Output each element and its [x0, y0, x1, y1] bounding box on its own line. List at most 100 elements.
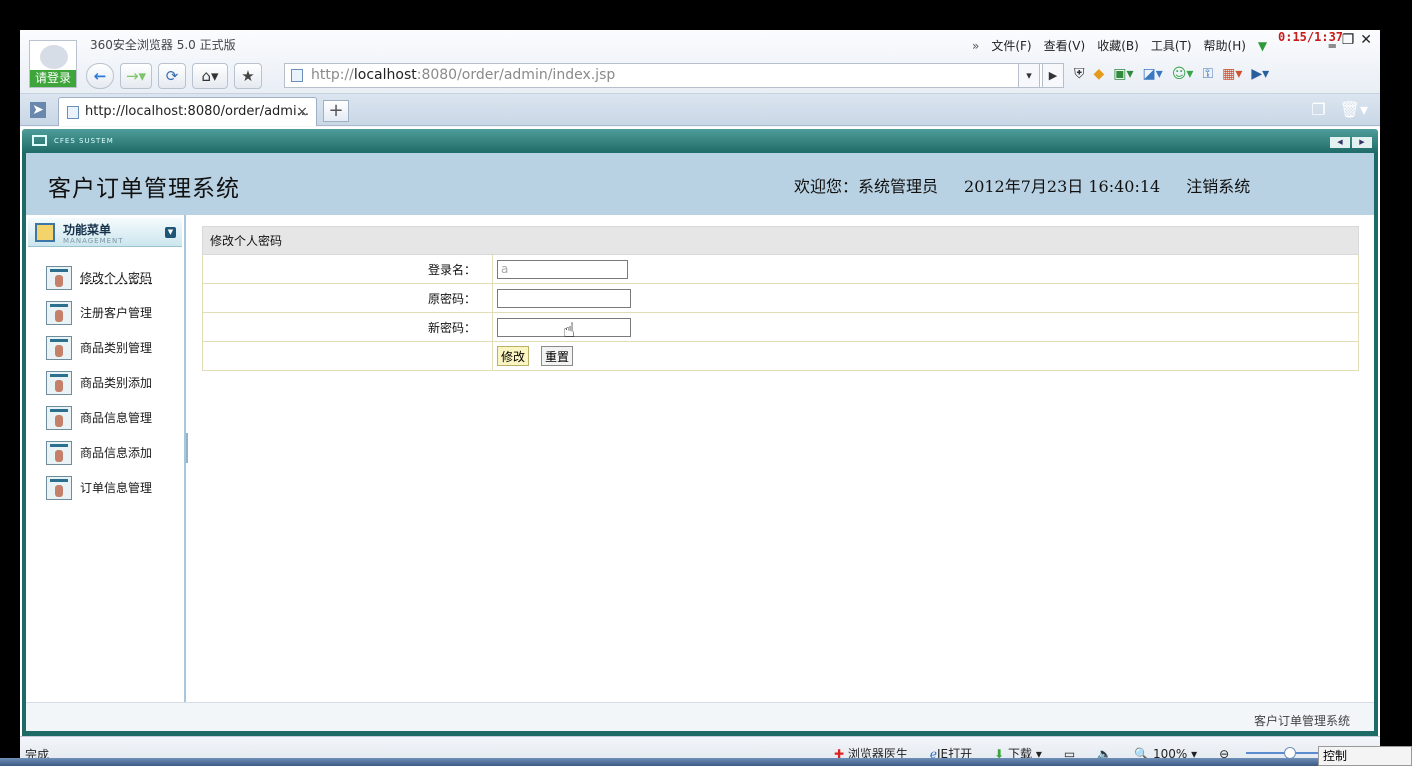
- sidebar-item-label: 注册客户管理: [80, 306, 153, 320]
- frame-arrows: ◀ ▶: [1330, 137, 1372, 148]
- restore-icon[interactable]: ❐: [1342, 32, 1355, 48]
- address-prefix: http://: [311, 67, 354, 83]
- browser-window: 请登录 360安全浏览器 5.0 正式版 » 文件(F) 查看(V) 收藏(B)…: [20, 30, 1380, 766]
- sidebar: 功能菜单 MANAGEMENT ▼ 修改个人密码 注册客户管理 商品类别管理 商…: [26, 215, 186, 702]
- extension-icons: ⛨ ◆ ▣▾ ◪▾ ☺▾ ⚿ ▦▾ ▶▾: [1074, 66, 1269, 82]
- logout-link[interactable]: 注销系统: [1186, 173, 1250, 197]
- go-icon[interactable]: ▶: [1042, 63, 1064, 88]
- sidebar-item-label: 商品信息添加: [80, 446, 153, 460]
- menu-title: 功能菜单: [63, 223, 112, 237]
- tab-close-icon[interactable]: ×: [296, 98, 308, 126]
- video-icon[interactable]: ▶▾: [1251, 66, 1269, 82]
- hand-cursor-icon: ☝: [563, 318, 576, 342]
- browser-toolbar: 请登录 360安全浏览器 5.0 正式版 » 文件(F) 查看(V) 收藏(B)…: [20, 30, 1380, 94]
- sidebar-item-category-manage[interactable]: 商品类别管理: [46, 330, 152, 365]
- arrow-right-icon: →▾: [125, 67, 147, 85]
- old-password-input[interactable]: [497, 288, 631, 308]
- system-frame: 客户订单管理系统 欢迎您：系统管理员 2012年7月23日 16:40:14 注…: [22, 153, 1378, 736]
- close-icon[interactable]: ✕: [1360, 32, 1372, 48]
- address-bar[interactable]: http://localhost:8080/order/admin/index.…: [284, 63, 1048, 88]
- page-icon: [291, 69, 303, 82]
- user-card-icon: [46, 370, 72, 395]
- sidebar-item-orders[interactable]: 订单信息管理: [46, 470, 152, 505]
- system-header: 客户订单管理系统 欢迎您：系统管理员 2012年7月23日 16:40:14 注…: [26, 153, 1374, 215]
- menu-bar: » 文件(F) 查看(V) 收藏(B) 工具(T) 帮助(H) ▼: [972, 37, 1267, 54]
- page-viewport: CFES SUSTEM ◀ ▶ 客户订单管理系统 欢迎您：系统管理员 2012年…: [20, 127, 1380, 736]
- os-taskbar: [0, 758, 1318, 766]
- menu-subtitle: MANAGEMENT: [63, 237, 124, 245]
- cube-icon[interactable]: ◆: [1094, 66, 1105, 82]
- sidebar-toggle-icon[interactable]: ➤: [30, 102, 46, 118]
- new-tab-button[interactable]: +: [323, 100, 349, 122]
- forward-button[interactable]: →▾: [120, 63, 152, 89]
- sidebar-item-change-password[interactable]: 修改个人密码: [46, 260, 152, 295]
- old-password-label: 原密码：: [202, 283, 493, 313]
- translate-icon[interactable]: ▣▾: [1113, 66, 1133, 82]
- menu-view[interactable]: 查看(V): [1044, 37, 1086, 54]
- current-datetime: 2012年7月23日 16:40:14: [964, 177, 1161, 196]
- control-tooltip: 控制: [1318, 746, 1412, 766]
- form-caption: 修改个人密码: [202, 226, 1359, 255]
- home-button[interactable]: ⌂▾: [192, 63, 228, 89]
- sidebar-item-product-add[interactable]: 商品信息添加: [46, 435, 152, 470]
- shirt-icon[interactable]: ▼: [1258, 39, 1267, 53]
- frame-label: CFES SUSTEM: [54, 137, 114, 145]
- star-icon: ★: [241, 67, 255, 85]
- dropdown-icon[interactable]: ▾: [1018, 63, 1040, 88]
- key-icon[interactable]: ⚿: [1202, 66, 1213, 82]
- sidebar-item-customers[interactable]: 注册客户管理: [46, 295, 152, 330]
- button-row-spacer: [202, 341, 493, 371]
- address-rest: :8080/order/admin/index.jsp: [416, 67, 616, 83]
- sidebar-item-label: 订单信息管理: [80, 481, 153, 495]
- arrow-right-icon[interactable]: ▶: [1352, 137, 1372, 148]
- monitor-icon: [32, 135, 47, 146]
- menu-tools[interactable]: 工具(T): [1151, 37, 1192, 54]
- login-name-label: 登录名：: [202, 254, 493, 284]
- tab-tools: ❐ 🗑▾: [1311, 100, 1368, 119]
- user-card-icon: [46, 335, 72, 360]
- refresh-icon: ⟳: [165, 67, 179, 85]
- shield-icon[interactable]: ⛨: [1074, 66, 1085, 82]
- arrow-left-icon[interactable]: ◀: [1330, 137, 1350, 148]
- sidebar-item-product-manage[interactable]: 商品信息管理: [46, 400, 152, 435]
- menu-file[interactable]: 文件(F): [991, 37, 1031, 54]
- menu-help[interactable]: 帮助(H): [1204, 37, 1246, 54]
- sidebar-item-category-add[interactable]: 商品类别添加: [46, 365, 152, 400]
- sidebar-item-label: 商品信息管理: [80, 411, 153, 425]
- menu-overflow-icon[interactable]: »: [972, 39, 979, 53]
- arrow-left-icon: ←: [93, 67, 107, 85]
- window-controls: ‗ ❐ ✕: [1329, 32, 1372, 48]
- screenshot-icon[interactable]: ◪▾: [1143, 66, 1163, 82]
- back-button[interactable]: ←: [86, 63, 114, 89]
- user-card-icon: [46, 265, 72, 290]
- login-label[interactable]: 请登录: [30, 70, 76, 87]
- smile-icon[interactable]: ☺▾: [1172, 66, 1194, 82]
- page-icon: [67, 106, 79, 119]
- login-name-input[interactable]: [497, 259, 628, 279]
- sidebar-item-label: 商品类别管理: [80, 341, 153, 355]
- favorite-button[interactable]: ★: [234, 63, 262, 89]
- minimize-icon[interactable]: ‗: [1329, 32, 1336, 48]
- sidebar-item-label: 商品类别添加: [80, 376, 153, 390]
- refresh-button[interactable]: ⟳: [158, 63, 186, 89]
- apps-icon[interactable]: ▦▾: [1222, 66, 1242, 82]
- welcome-area: 欢迎您：系统管理员 2012年7月23日 16:40:14 注销系统: [794, 173, 1250, 197]
- reset-button[interactable]: 重置: [541, 346, 574, 366]
- trash-icon[interactable]: 🗑▾: [1340, 100, 1368, 119]
- user-avatar[interactable]: 请登录: [29, 40, 77, 88]
- footer-text: 客户订单管理系统: [1253, 714, 1350, 728]
- menu-favorites[interactable]: 收藏(B): [1097, 37, 1139, 54]
- screen: 请登录 360安全浏览器 5.0 正式版 » 文件(F) 查看(V) 收藏(B)…: [0, 0, 1412, 766]
- address-host: localhost: [353, 67, 417, 83]
- new-password-label: 新密码：: [202, 312, 493, 342]
- user-card-icon: [46, 405, 72, 430]
- user-card-icon: [46, 300, 72, 325]
- restore-tabs-icon[interactable]: ❐: [1311, 100, 1325, 119]
- tab-bar: ➤ http://localhost:8080/order/admi... × …: [20, 94, 1380, 126]
- collapse-icon[interactable]: ▼: [165, 227, 176, 238]
- submit-button[interactable]: 修改: [497, 346, 530, 366]
- tab-title: http://localhost:8080/order/admi...: [85, 104, 309, 119]
- tab-admin-index[interactable]: http://localhost:8080/order/admi... ×: [58, 97, 317, 126]
- system-frame-bar: CFES SUSTEM ◀ ▶: [22, 129, 1378, 153]
- system-title: 客户订单管理系统: [48, 176, 240, 202]
